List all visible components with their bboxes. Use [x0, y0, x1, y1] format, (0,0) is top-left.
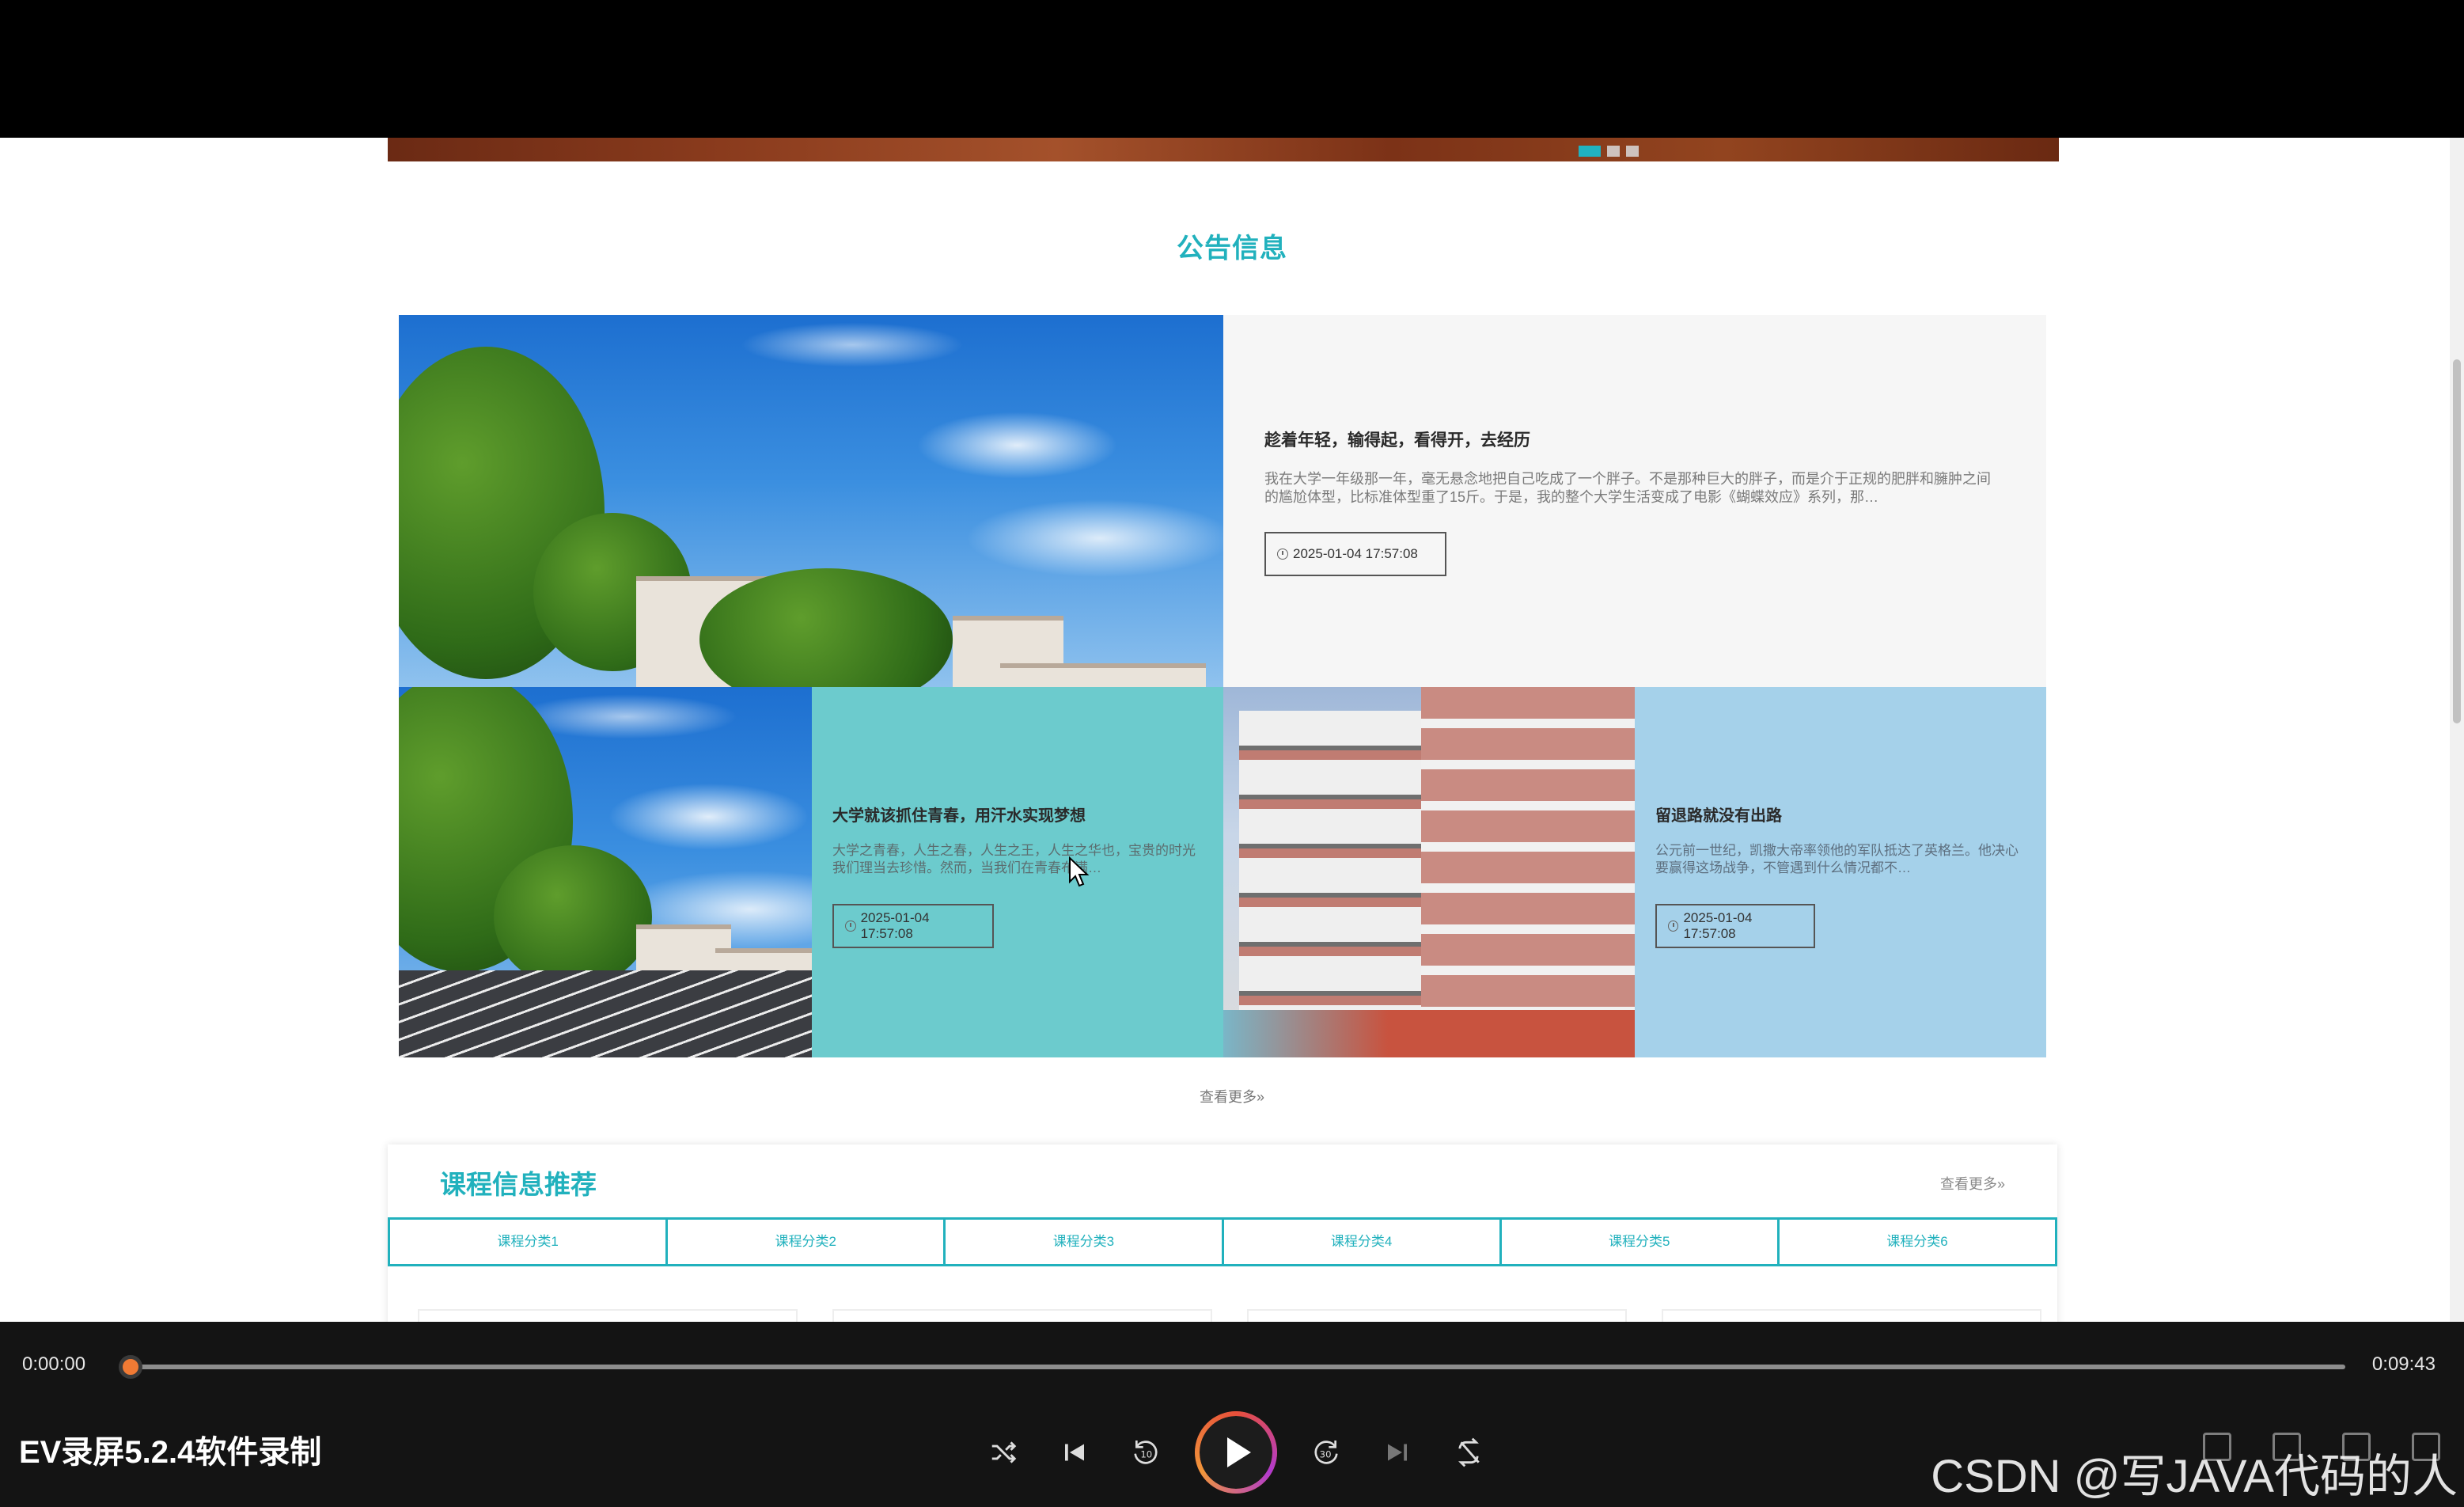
clock-icon	[1277, 549, 1288, 560]
seek-bar[interactable]	[135, 1365, 2345, 1369]
announcement-section-title: 公告信息	[1177, 233, 1287, 264]
web-page: 公告信息 趁着年轻，输得起，看得开，去经历 我在大学一年级那一年，毫无悬念地把自…	[0, 138, 2464, 1322]
course-card[interactable]	[832, 1309, 1212, 1322]
announcement-3-image[interactable]	[1223, 687, 1635, 1057]
playback-controls: 10 30	[981, 1409, 1491, 1496]
announcement-3-date: 2025-01-04 17:57:08	[1683, 910, 1753, 941]
course-view-more-link[interactable]: 查看更多»	[1940, 1173, 2005, 1194]
announcement-1-image[interactable]	[399, 315, 1223, 687]
course-card[interactable]	[418, 1309, 798, 1322]
announcement-grid: 趁着年轻，输得起，看得开，去经历 我在大学一年级那一年，毫无悬念地把自己吃成了一…	[399, 315, 2046, 1057]
announcement-2-card[interactable]: 大学就该抓住青春，用汗水实现梦想 大学之青春，人生之春，人生之王，人生之华也，宝…	[812, 687, 1223, 1057]
running-track	[399, 970, 812, 1057]
announcement-3-card[interactable]: 留退路就没有出路 公元前一世纪，凯撒大帝率领他的军队抵达了英格兰。他决心要赢得这…	[1635, 687, 2046, 1057]
announcement-1-date-button[interactable]: 2025-01-04 17:57:08	[1264, 532, 1446, 576]
announcement-3-date-button[interactable]: 2025-01-04 17:57:08	[1655, 904, 1815, 948]
play-icon[interactable]	[1195, 1411, 1277, 1494]
previous-icon[interactable]	[1052, 1430, 1097, 1475]
svg-text:30: 30	[1320, 1449, 1332, 1460]
top-black-bar	[0, 0, 2464, 138]
carousel-indicators	[1579, 146, 1639, 157]
tab-course-category-3[interactable]: 课程分类3	[943, 1217, 1224, 1266]
carousel-dot-2[interactable]	[1607, 146, 1620, 157]
repeat-icon[interactable]	[1446, 1430, 1491, 1475]
announcement-1-card[interactable]: 趁着年轻，输得起，看得开，去经历 我在大学一年级那一年，毫无悬念地把自己吃成了一…	[1223, 315, 2046, 687]
shuffle-icon[interactable]	[981, 1430, 1025, 1475]
screen-recording-frame: 公告信息 趁着年轻，输得起，看得开，去经历 我在大学一年级那一年，毫无悬念地把自…	[0, 0, 2464, 1507]
current-time: 0:00:00	[22, 1353, 86, 1375]
announcement-3-summary: 公元前一世纪，凯撒大帝率领他的军队抵达了英格兰。他决心要赢得这场战争，不管遇到什…	[1655, 843, 2019, 876]
course-card[interactable]	[1247, 1309, 1627, 1322]
course-card-list	[418, 1309, 2041, 1322]
announcement-1-date: 2025-01-04 17:57:08	[1293, 546, 1418, 561]
carousel-dot-3[interactable]	[1626, 146, 1639, 157]
video-player-controls: 0:00:00 0:09:43 EV录屏5.2.4软件录制 10 30 CSDN…	[0, 1322, 2464, 1507]
announcement-view-more-link[interactable]: 查看更多»	[0, 1086, 2464, 1107]
next-icon[interactable]	[1375, 1430, 1420, 1475]
announcement-2-image[interactable]	[399, 687, 812, 1057]
announcement-3-title[interactable]: 留退路就没有出路	[1655, 803, 1782, 826]
tab-course-category-1[interactable]: 课程分类1	[388, 1217, 669, 1266]
announcement-2-title[interactable]: 大学就该抓住青春，用汗水实现梦想	[832, 803, 1086, 826]
announcement-2-summary: 大学之青春，人生之春，人生之王，人生之华也，宝贵的时光我们理当去珍惜。然而，当我…	[832, 843, 1196, 876]
course-category-tabs: 课程分类1 课程分类2 课程分类3 课程分类4 课程分类5 课程分类6	[388, 1217, 2058, 1266]
announcement-2-date: 2025-01-04 17:57:08	[860, 910, 930, 941]
svg-text:10: 10	[1140, 1449, 1152, 1460]
tab-course-category-4[interactable]: 课程分类4	[1221, 1217, 1502, 1266]
forward-30-icon[interactable]: 30	[1304, 1430, 1348, 1475]
tab-course-category-6[interactable]: 课程分类6	[1776, 1217, 2058, 1266]
announcement-1-summary: 我在大学一年级那一年，毫无悬念地把自己吃成了一个胖子。不是那种巨大的胖子，而是介…	[1264, 471, 1991, 506]
tab-course-category-5[interactable]: 课程分类5	[1499, 1217, 1780, 1266]
tab-course-category-2[interactable]: 课程分类2	[665, 1217, 946, 1266]
course-section-title: 课程信息推荐	[440, 1170, 597, 1199]
total-time: 0:09:43	[2371, 1353, 2436, 1375]
rewind-10-icon[interactable]: 10	[1124, 1430, 1168, 1475]
mouse-cursor-icon	[1069, 856, 1090, 887]
csdn-watermark: CSDN @写JAVA代码的人	[1931, 1451, 2458, 1502]
carousel-dot-1[interactable]	[1579, 146, 1601, 157]
recorder-watermark: EV录屏5.2.4软件录制	[19, 1435, 322, 1470]
announcement-1-title[interactable]: 趁着年轻，输得起，看得开，去经历	[1264, 427, 1530, 451]
course-card[interactable]	[1662, 1309, 2041, 1322]
page-scrollbar[interactable]	[2450, 138, 2464, 1322]
scrollbar-thumb[interactable]	[2453, 359, 2461, 723]
clock-icon	[845, 921, 856, 932]
seek-knob[interactable]	[119, 1355, 142, 1379]
clock-icon	[1668, 921, 1679, 932]
course-recommend-section: 课程信息推荐 查看更多» 课程分类1 课程分类2 课程分类3 课程分类4 课程分…	[388, 1144, 2058, 1322]
announcement-2-date-button[interactable]: 2025-01-04 17:57:08	[832, 904, 994, 948]
banner-carousel[interactable]	[388, 138, 2059, 161]
